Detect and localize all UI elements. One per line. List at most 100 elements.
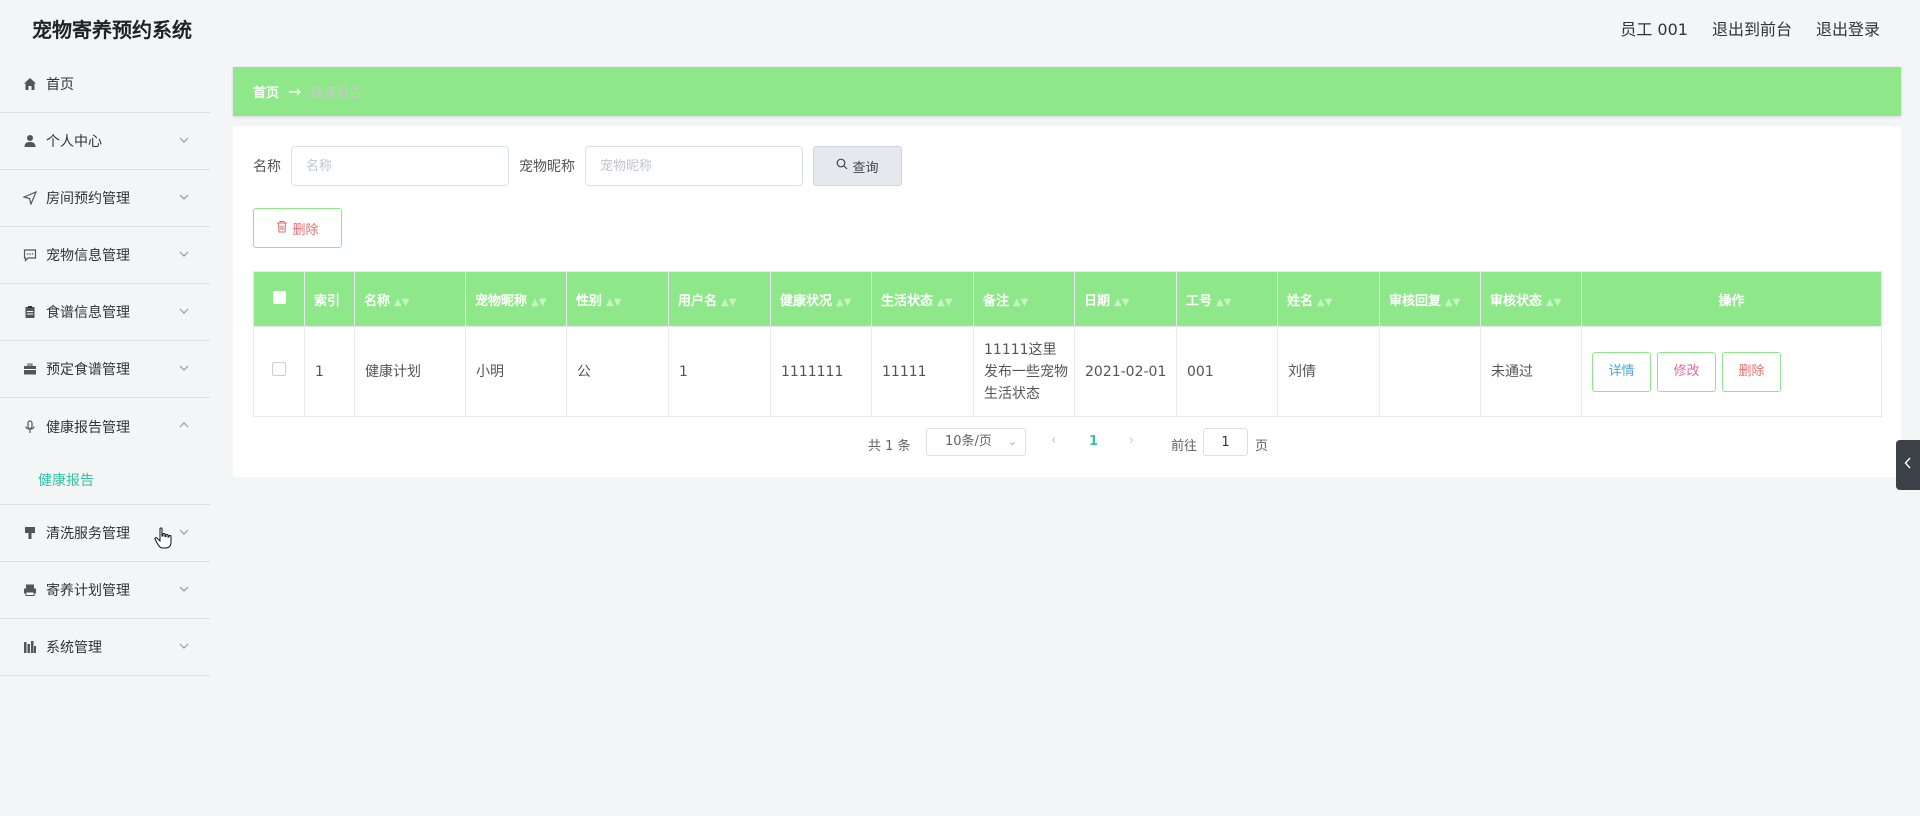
search-form: 名称 宠物昵称 查询	[253, 146, 902, 186]
cell-remark: 11111这里发布一些宠物生活状态	[973, 326, 1075, 417]
sort-icon: ▲▼	[531, 296, 547, 308]
home-icon	[22, 76, 38, 92]
sidebar-item-health-report[interactable]: 健康报告管理	[0, 398, 210, 455]
next-page-icon[interactable]: ›	[1129, 433, 1134, 448]
hand-cursor-icon	[154, 527, 172, 554]
health-report-table: 索引 名称 ▲▼ 宠物昵称 ▲▼ 性别 ▲▼ 用户名 ▲▼ 健康状况 ▲▼ 生活状态 ▲▼ …	[253, 271, 1882, 417]
cell-job-no: 001	[1176, 326, 1278, 417]
column-header[interactable]: 生活状态 ▲▼	[871, 271, 974, 327]
pagination: 共 1 条 10条/页 ⌄ ‹ 1 › 前往 页	[233, 428, 1901, 458]
chevron-down-icon	[178, 640, 190, 652]
sort-icon: ▲▼	[1013, 296, 1029, 308]
column-header: 索引	[304, 271, 355, 327]
goto-label: 前往	[1171, 439, 1198, 454]
delete-button[interactable]: 删除	[1722, 351, 1781, 392]
sidebar-item-label: 清洗服务管理	[46, 526, 130, 542]
briefcase-icon	[22, 361, 38, 377]
goto-page-input[interactable]	[1203, 428, 1248, 456]
cell-real-name: 刘倩	[1277, 326, 1380, 417]
sidebar-item-recipe-info[interactable]: 食谱信息管理	[0, 284, 210, 341]
cell-date: 2021-02-01	[1074, 326, 1177, 417]
sort-icon: ▲▼	[1114, 296, 1130, 308]
cell-index: 1	[304, 326, 355, 417]
column-header[interactable]: 名称 ▲▼	[354, 271, 466, 327]
sidebar-item-label: 个人中心	[46, 134, 102, 150]
breadcrumb-home-link[interactable]: 首页	[253, 82, 279, 101]
arrow-right-icon: →	[288, 82, 302, 101]
detail-button[interactable]: 详情	[1592, 351, 1651, 392]
cell-name: 健康计划	[354, 326, 466, 417]
sort-icon: ▲▼	[836, 296, 852, 308]
breadcrumb: 首页 → 健康报告	[233, 67, 1901, 116]
header-actions: 员工 001 退出到前台 退出登录	[1620, 16, 1880, 40]
exit-to-front-link[interactable]: 退出到前台	[1712, 16, 1792, 40]
batch-delete-button[interactable]: 删除	[253, 208, 342, 248]
page-size-select[interactable]: 10条/页 ⌄	[926, 428, 1026, 456]
sort-icon: ▲▼	[1216, 296, 1232, 308]
logout-link[interactable]: 退出登录	[1816, 16, 1880, 40]
search-icon	[836, 158, 848, 174]
send-icon	[22, 190, 38, 206]
page-suffix: 页	[1255, 439, 1269, 454]
chevron-left-icon	[1904, 456, 1912, 474]
column-header[interactable]: 性别 ▲▼	[566, 271, 669, 327]
sort-icon: ▲▼	[606, 296, 622, 308]
batch-delete-label: 删除	[292, 222, 319, 238]
current-user: 员工 001	[1620, 20, 1688, 39]
sidebar-subitem-health-report[interactable]: 健康报告	[0, 455, 210, 505]
sidebar-item-label: 健康报告管理	[46, 419, 130, 436]
sidebar-item-boarding-plan[interactable]: 寄养计划管理	[0, 562, 210, 619]
column-header[interactable]: 审核状态 ▲▼	[1480, 271, 1582, 327]
column-header[interactable]: 用户名 ▲▼	[668, 271, 771, 327]
app-title: 宠物寄养预约系统	[32, 18, 192, 42]
sidebar-item-cleaning-service[interactable]: 清洗服务管理	[0, 505, 210, 562]
pet-nickname-input[interactable]	[585, 146, 803, 186]
cell-review-status: 未通过	[1480, 326, 1582, 417]
cell-gender: 公	[566, 326, 669, 417]
column-header[interactable]: 备注 ▲▼	[973, 271, 1075, 327]
prev-page-icon[interactable]: ‹	[1051, 433, 1056, 448]
cell-life-status: 11111	[871, 326, 974, 417]
query-button[interactable]: 查询	[813, 146, 902, 186]
cell-health: 1111111	[770, 326, 872, 417]
sidebar: 首页 个人中心 房间预约管理 宠物信息管理 食谱信息管理 预定食谱管理 健康报告…	[0, 56, 210, 816]
table-row: 1 健康计划 小明 公 1 1111111 11111 11111这里发布一些宠…	[253, 326, 1882, 417]
column-header[interactable]: 健康状况 ▲▼	[770, 271, 872, 327]
sort-icon: ▲▼	[1445, 296, 1461, 308]
column-header[interactable]: 工号 ▲▼	[1176, 271, 1278, 327]
sidebar-item-pet-info[interactable]: 宠物信息管理	[0, 227, 210, 284]
sidebar-item-label: 宠物信息管理	[46, 248, 130, 264]
column-header[interactable]: 审核回复 ▲▼	[1379, 271, 1481, 327]
trash-icon	[276, 220, 288, 237]
column-header[interactable]: 日期 ▲▼	[1074, 271, 1177, 327]
select-all-checkbox[interactable]	[272, 290, 286, 304]
chevron-down-icon	[178, 362, 190, 374]
row-checkbox[interactable]	[272, 361, 286, 376]
sort-icon: ▲▼	[394, 296, 410, 308]
row-checkbox-cell[interactable]	[253, 326, 305, 417]
sidebar-item-recipe-booking[interactable]: 预定食谱管理	[0, 341, 210, 398]
sidebar-item-label: 房间预约管理	[46, 191, 130, 207]
column-header[interactable]: 姓名 ▲▼	[1277, 271, 1380, 327]
bar-chart-icon	[22, 639, 38, 655]
clipboard-icon	[22, 304, 38, 320]
sidebar-item-home[interactable]: 首页	[0, 56, 210, 113]
name-input[interactable]	[291, 146, 509, 186]
sidebar-item-label: 食谱信息管理	[46, 305, 130, 321]
name-label: 名称	[253, 159, 281, 175]
select-all-checkbox-cell[interactable]	[253, 271, 305, 327]
edit-button[interactable]: 修改	[1657, 351, 1716, 392]
sidebar-item-personal-center[interactable]: 个人中心	[0, 113, 210, 170]
collapse-panel-button[interactable]	[1896, 440, 1920, 490]
column-header: 操作	[1581, 271, 1882, 327]
page-number[interactable]: 1	[1089, 434, 1098, 449]
chevron-down-icon: ⌄	[1007, 435, 1017, 448]
chevron-down-icon	[178, 526, 190, 538]
sidebar-item-system[interactable]: 系统管理	[0, 619, 210, 676]
sidebar-item-room-booking[interactable]: 房间预约管理	[0, 170, 210, 227]
cell-pet-nickname: 小明	[465, 326, 567, 417]
sort-icon: ▲▼	[1546, 296, 1562, 308]
user-icon	[22, 133, 38, 149]
sort-icon: ▲▼	[721, 296, 737, 308]
column-header[interactable]: 宠物昵称 ▲▼	[465, 271, 567, 327]
